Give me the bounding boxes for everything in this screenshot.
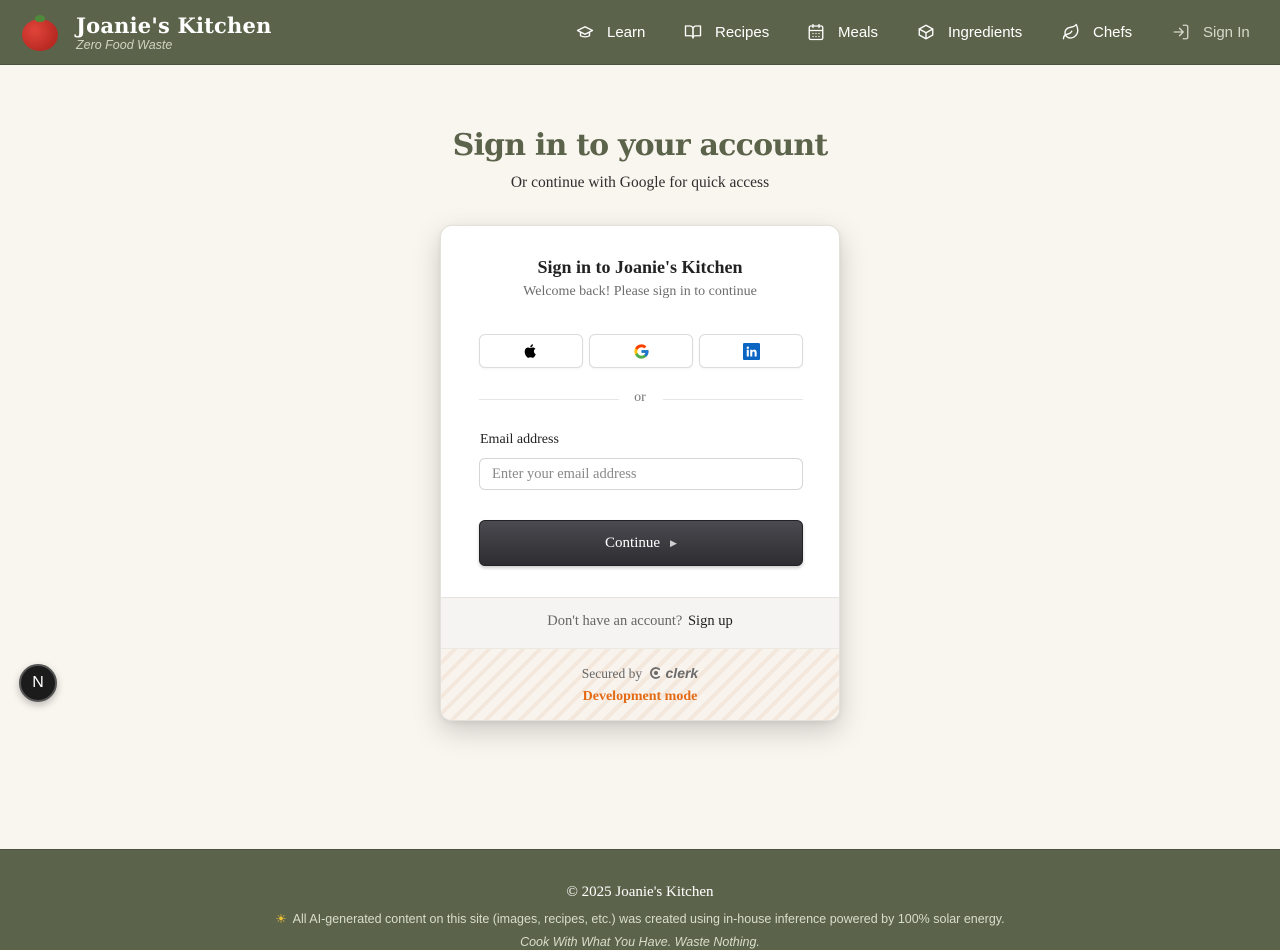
apple-sign-in-button[interactable] <box>479 334 583 368</box>
leaf-icon <box>1062 23 1079 40</box>
nav-learn[interactable]: Learn <box>576 0 645 64</box>
nav-learn-label: Learn <box>607 23 646 41</box>
google-icon <box>633 343 649 359</box>
development-mode-banner: Secured by clerk Development mode <box>441 648 839 720</box>
footer-tagline: Cook With What You Have. Waste Nothing. <box>520 935 760 949</box>
clerk-logo-text: clerk <box>665 665 699 681</box>
log-in-icon <box>1173 24 1189 40</box>
card-subtitle: Welcome back! Please sign in to continue <box>523 284 757 299</box>
caret-right-icon: ▶ <box>670 537 677 548</box>
nav-meals-label: Meals <box>838 23 879 41</box>
development-mode-label: Development mode <box>582 689 698 704</box>
book-open-icon <box>684 25 702 39</box>
google-sign-in-button[interactable] <box>589 334 693 368</box>
dev-tools-letter: N <box>32 674 44 691</box>
nav-meals[interactable]: Meals <box>807 0 878 64</box>
nav-chefs[interactable]: Chefs <box>1062 0 1132 64</box>
nav-ingredients[interactable]: Ingredients <box>917 0 1022 64</box>
nav-ingredients-label: Ingredients <box>948 23 1023 41</box>
divider-or-text: or <box>634 390 646 405</box>
email-field[interactable] <box>479 458 803 490</box>
card-footer: Don't have an account? Sign up Secured b… <box>441 597 839 720</box>
footer-copyright: © 2025 Joanie's Kitchen <box>566 884 714 900</box>
dev-tools-badge[interactable]: N <box>19 664 57 702</box>
sign-up-link[interactable]: Sign up <box>688 613 733 629</box>
graduation-cap-icon <box>576 26 594 38</box>
brand-text: Joanie's Kitchen Zero Food Waste <box>76 13 272 53</box>
footer-solar-note: ☀ All AI-generated content on this site (… <box>0 911 1280 926</box>
page-subtitle: Or continue with Google for quick access <box>510 174 770 191</box>
nav-sign-in-label: Sign In <box>1203 23 1250 41</box>
continue-button[interactable]: Continue ▶ <box>479 520 803 566</box>
sign-in-card: Sign in to Joanie's Kitchen Welcome back… <box>440 225 840 721</box>
continue-label: Continue <box>605 534 661 551</box>
clerk-logo-icon <box>649 667 660 679</box>
calendar-icon <box>808 23 824 41</box>
divider-right <box>663 399 803 400</box>
secured-by-row: Secured by clerk <box>441 665 839 682</box>
clerk-logo[interactable]: clerk <box>646 665 699 681</box>
secured-by-text: Secured by <box>581 666 643 681</box>
apple-icon <box>524 344 536 358</box>
linkedin-sign-in-button[interactable] <box>699 334 803 368</box>
package-icon <box>918 24 934 40</box>
brand-logo-link[interactable]: Joanie's Kitchen Zero Food Waste <box>22 14 272 52</box>
email-label: Email address <box>480 432 559 447</box>
site-footer: © 2025 Joanie's Kitchen ☀ All AI-generate… <box>0 849 1280 950</box>
brand-name: Joanie's Kitchen <box>76 13 272 38</box>
nav-sign-in[interactable]: Sign In <box>1172 0 1250 64</box>
no-account-text: Don't have an account? <box>547 613 683 629</box>
top-navigation-bar: Joanie's Kitchen Zero Food Waste Learn R… <box>0 0 1280 65</box>
brand-tagline: Zero Food Waste <box>76 38 173 52</box>
card-title: Sign in to Joanie's Kitchen <box>537 257 743 277</box>
footer-solar-text: All AI-generated content on this site (i… <box>292 912 1005 926</box>
nav-recipes[interactable]: Recipes <box>684 0 769 64</box>
tomato-logo-icon <box>22 15 58 51</box>
sun-icon: ☀ <box>275 912 287 926</box>
sign-up-row: Don't have an account? Sign up <box>441 613 839 630</box>
page-title: Sign in to your account <box>452 128 829 163</box>
nav-chefs-label: Chefs <box>1093 23 1133 41</box>
nav-recipes-label: Recipes <box>715 23 770 41</box>
linkedin-icon <box>742 342 760 360</box>
